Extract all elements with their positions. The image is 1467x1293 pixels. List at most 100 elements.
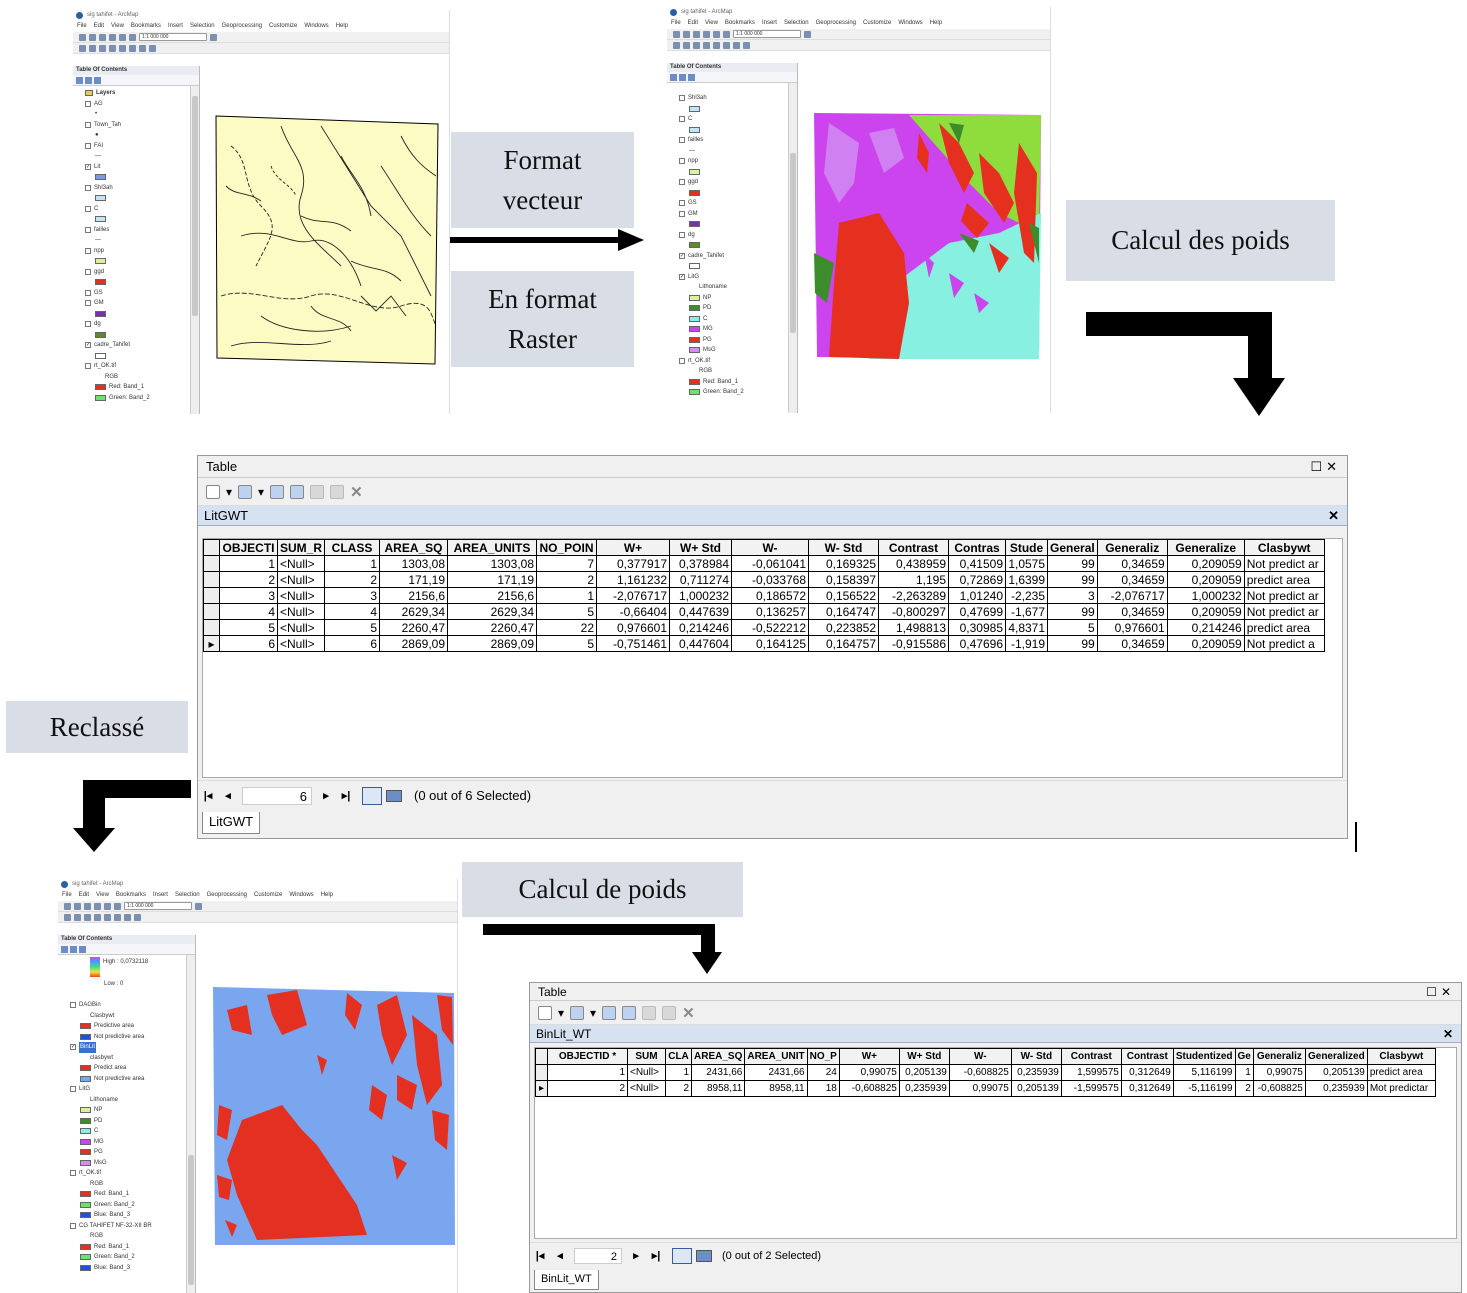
zoom-out-icon[interactable] [89, 44, 96, 52]
layer-checkbox[interactable] [85, 100, 91, 107]
select-icon[interactable] [119, 44, 126, 52]
menu-geoprocessing[interactable]: Geoprocessing [222, 23, 262, 29]
full-extent-icon[interactable] [109, 44, 116, 52]
layer-checkbox[interactable] [70, 1086, 76, 1093]
layer-checkbox[interactable] [85, 363, 91, 370]
menu-file[interactable]: File [671, 20, 681, 26]
toc-scrollbar[interactable] [186, 955, 195, 1293]
menu-windows[interactable]: Windows [289, 892, 313, 898]
menu-help[interactable]: Help [930, 20, 942, 26]
layer-checkbox[interactable] [679, 200, 685, 207]
menu-view[interactable]: View [96, 892, 109, 898]
column-header[interactable]: Generaliz [1096, 539, 1168, 556]
save-icon[interactable] [99, 33, 106, 41]
column-header[interactable]: W+ Std [898, 1048, 950, 1065]
table-tab[interactable]: BinLit_WT [534, 1270, 599, 1290]
layer-checkbox[interactable] [85, 321, 91, 328]
toc-layer[interactable]: ✓ cadre_Tahifet [85, 340, 199, 351]
delete-selected-icon[interactable]: ✕ [350, 483, 363, 501]
dropdown-icon[interactable]: ▾ [558, 1006, 564, 1020]
layer-checkbox[interactable] [70, 1222, 76, 1229]
table-tab[interactable]: LitGWT [202, 812, 261, 834]
add-data-icon[interactable] [114, 902, 121, 910]
map-view-vector[interactable] [201, 66, 449, 414]
pan-icon[interactable] [693, 41, 700, 49]
toc-layer[interactable]: Shl3ah [85, 183, 199, 194]
table-options-icon[interactable] [206, 484, 220, 499]
first-record-button[interactable]: |◂ [198, 789, 218, 802]
print-icon[interactable] [94, 902, 101, 910]
add-data-icon[interactable] [723, 30, 730, 38]
toc-layer[interactable]: FAI [85, 141, 199, 152]
toc-layer[interactable]: npp [679, 156, 797, 167]
layer-checkbox[interactable] [679, 137, 685, 144]
column-header[interactable]: CLA [665, 1048, 692, 1065]
menu-bookmarks[interactable]: Bookmarks [116, 892, 146, 898]
find-icon[interactable] [139, 44, 146, 52]
toc-layer[interactable]: CG TAHIFET NF-32-XII BR [70, 1221, 195, 1232]
scale-select[interactable]: 1:1 000 000 [733, 30, 801, 38]
switch-selection-icon[interactable] [622, 1005, 637, 1020]
delete-selected-icon[interactable]: ✕ [682, 1004, 695, 1022]
add-data-icon[interactable] [129, 33, 136, 41]
menu-selection[interactable]: Selection [190, 23, 215, 29]
menu-selection[interactable]: Selection [784, 20, 809, 26]
show-all-records-button[interactable] [672, 1247, 692, 1264]
column-header[interactable]: Generalize [1166, 539, 1245, 556]
zoom-in-icon[interactable] [64, 913, 71, 921]
measure-icon[interactable] [149, 44, 156, 52]
close-icon[interactable]: ✕ [1441, 985, 1455, 999]
show-selected-records-button[interactable] [386, 789, 402, 802]
related-tables-icon[interactable] [570, 1005, 585, 1020]
toc-layer[interactable]: ✓ cadre_Tahifet [679, 251, 797, 262]
table-row[interactable]: 5 <Null> 5 2260,47 2260,47 22 0,976601 0,214246… [203, 619, 1325, 636]
toc-layer[interactable]: Shl3ah [679, 93, 797, 104]
layer-checkbox[interactable]: ✓ [679, 252, 685, 259]
row-selector[interactable]: ▸ [203, 635, 220, 652]
toc-layer[interactable]: Layers [85, 88, 199, 99]
layer-checkbox[interactable]: ✓ [70, 1044, 76, 1051]
clear-selection-icon[interactable] [642, 1005, 657, 1020]
toc-layer[interactable]: rt_OK.tif [85, 361, 199, 372]
zoom-in-icon[interactable] [673, 41, 680, 49]
column-header[interactable]: OBJECTI [219, 539, 278, 556]
column-header[interactable]: Ge [1234, 1048, 1254, 1065]
find-icon[interactable] [733, 41, 740, 49]
identify-icon[interactable] [114, 913, 121, 921]
save-icon[interactable] [693, 30, 700, 38]
table-row[interactable]: 4 <Null> 4 2629,34 2629,34 5 -0,66404 0,447639 0… [203, 603, 1325, 620]
layer-checkbox[interactable] [679, 210, 685, 217]
previous-record-button[interactable]: ◂ [550, 1249, 570, 1262]
measure-icon[interactable] [134, 913, 141, 921]
open-icon[interactable] [89, 33, 96, 41]
toc-layer[interactable]: C [679, 114, 797, 125]
list-by-visibility-icon[interactable] [94, 77, 101, 84]
zoom-in-icon[interactable] [79, 44, 86, 52]
toc-layer[interactable]: C [85, 204, 199, 215]
related-tables-icon[interactable] [238, 484, 253, 499]
row-selector[interactable]: ▸ [535, 1080, 548, 1097]
row-selector[interactable] [203, 587, 220, 604]
toc-layer[interactable]: rt_OK.tif [679, 356, 797, 367]
column-header[interactable]: Studentized [1172, 1048, 1236, 1065]
toc-scrollbar[interactable] [788, 83, 797, 413]
toc-layer[interactable]: Town_Tah [85, 120, 199, 131]
table-row[interactable]: 3 <Null> 3 2156,6 2156,6 1 -2,076717 1,000232 0,… [203, 587, 1325, 604]
maximize-icon[interactable]: ☐ [1310, 459, 1326, 474]
editor-icon[interactable] [804, 30, 811, 38]
layer-checkbox[interactable]: ✓ [85, 163, 91, 170]
column-header[interactable]: W- Std [1010, 1048, 1062, 1065]
column-header[interactable]: Generalized [1304, 1048, 1368, 1065]
menu-help[interactable]: Help [336, 23, 348, 29]
toc-layer[interactable]: AG [85, 99, 199, 110]
layer-checkbox[interactable] [679, 357, 685, 364]
pan-icon[interactable] [99, 44, 106, 52]
zoom-to-selected-icon[interactable] [330, 484, 345, 499]
dropdown-icon[interactable]: ▾ [590, 1006, 596, 1020]
row-selector[interactable] [203, 603, 220, 620]
menu-help[interactable]: Help [321, 892, 333, 898]
layer-checkbox[interactable] [85, 289, 91, 296]
toc-layer[interactable]: dg [679, 230, 797, 241]
row-selector-header[interactable] [535, 1048, 548, 1065]
close-tab-icon[interactable]: ✕ [1328, 506, 1339, 526]
